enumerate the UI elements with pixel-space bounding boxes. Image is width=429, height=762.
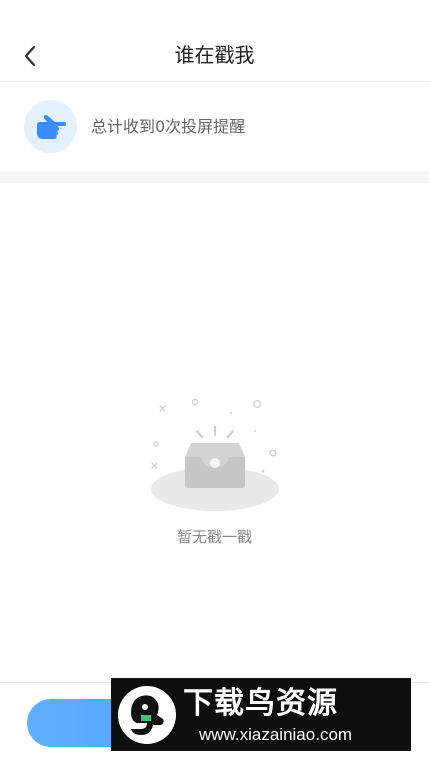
navbar: 谁在戳我 [0,0,429,82]
summary-row: 总计收到0次投屏提醒 [0,82,429,171]
watermark: 下载鸟资源 www.xiazainiao.com [111,678,411,751]
watermark-title: 下载鸟资源 [183,686,338,721]
watermark-url: www.xiazainiao.com [199,725,353,744]
page: 谁在戳我 总计收到0次投屏提醒 暂无戳一戳 下载鸟资源 www.xiazaini… [0,0,429,762]
summary-text: 总计收到0次投屏提醒 [91,117,246,136]
pointing-hand-icon [36,114,66,139]
empty-inbox-icon [151,398,279,511]
bird-logo-icon [118,686,176,744]
summary-icon-badge [24,100,77,153]
section-divider [0,171,429,183]
page-title: 谁在戳我 [174,43,255,67]
empty-state-text: 暂无戳一戳 [176,528,252,546]
